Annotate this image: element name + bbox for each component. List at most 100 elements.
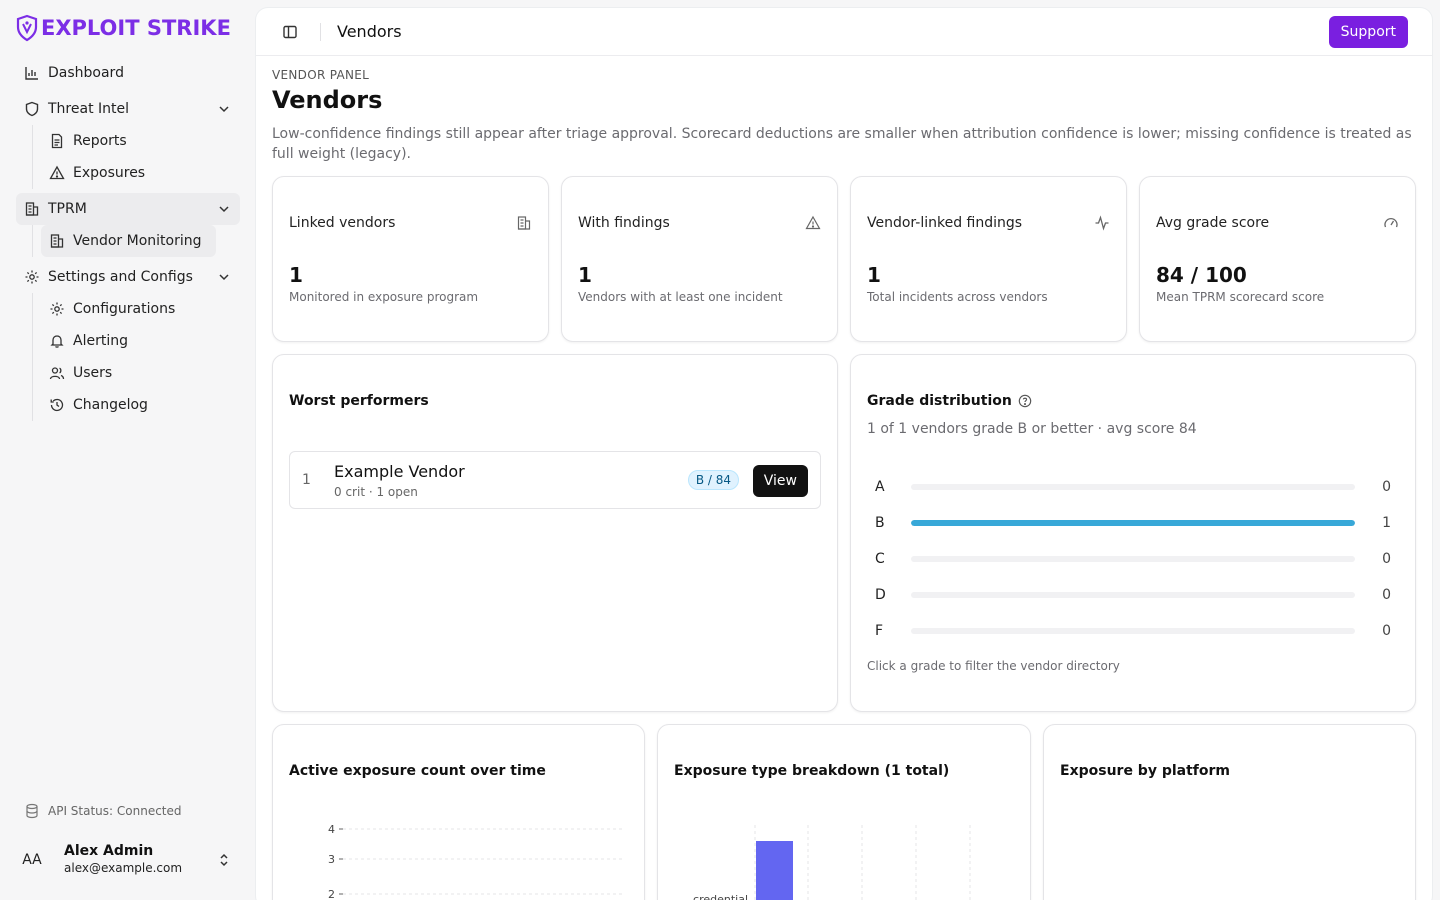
grade-count: 0 [1382, 479, 1391, 495]
brand-name: EXPLOIT STRIKE [41, 16, 231, 40]
grade-row-d[interactable]: D 0 [867, 585, 1399, 605]
sidebar-item-changelog[interactable]: Changelog [41, 389, 240, 421]
user-info: Alex Admin alex@example.com [64, 843, 182, 877]
database-icon [26, 803, 38, 819]
exposure-platform-card: Exposure by platform [1043, 724, 1416, 900]
stat-title: Avg grade score [1156, 215, 1270, 231]
exposure-type-card: Exposure type breakdown (1 total) creden… [657, 724, 1031, 900]
sidebar-nav: Dashboard Threat Intel Reports Exposures… [16, 57, 240, 421]
worst-performers-title: Worst performers [289, 393, 429, 409]
topbar-separator [320, 22, 321, 41]
chevron-down-icon[interactable] [216, 101, 232, 117]
grade-distribution-title: Grade distribution [867, 393, 1012, 409]
users-icon [49, 365, 65, 381]
vendor-name: Example Vendor [334, 462, 465, 481]
exposure-platform-title: Exposure by platform [1060, 763, 1230, 779]
grade-bar-track [911, 592, 1355, 598]
sidebar-item-dashboard[interactable]: Dashboard [16, 57, 240, 89]
sidebar-item-label: Vendor Monitoring [73, 233, 202, 249]
shield-logo-icon [16, 14, 38, 42]
file-text-icon [49, 133, 65, 149]
grade-count: 0 [1382, 623, 1391, 639]
grade-row-c[interactable]: C 0 [867, 549, 1399, 569]
building-icon [24, 201, 40, 217]
stat-value: 1 [867, 263, 881, 287]
building-icon [516, 215, 532, 231]
stat-value: 1 [578, 263, 592, 287]
topbar: Vendors Support [256, 8, 1432, 56]
sidebar: EXPLOIT STRIKE Dashboard Threat Intel Re… [0, 0, 256, 900]
sidebar-item-label: Changelog [73, 397, 148, 413]
active-exposure-card: Active exposure count over time 432 [272, 724, 645, 900]
sidebar-item-label: Exposures [73, 165, 146, 181]
sidebar-item-label: Dashboard [48, 65, 124, 81]
grade-badge: B / 84 [687, 470, 739, 490]
grade-row-a[interactable]: A 0 [867, 477, 1399, 497]
grade-letter: D [875, 587, 886, 603]
sidebar-submenu-threat-intel: Reports Exposures [32, 125, 240, 189]
sidebar-item-configurations[interactable]: Configurations [41, 293, 240, 325]
user-menu[interactable]: AA Alex Admin alex@example.com [16, 836, 240, 884]
sidebar-item-threat-intel[interactable]: Threat Intel [16, 93, 240, 125]
sidebar-item-alerting[interactable]: Alerting [41, 325, 240, 357]
grade-bar-track [911, 628, 1355, 634]
chevron-down-icon[interactable] [216, 201, 232, 217]
sidebar-toggle-button[interactable] [276, 18, 304, 46]
bell-icon [49, 333, 65, 349]
shield-icon [24, 101, 40, 117]
card-title: Worst performers [289, 393, 429, 409]
grade-letter: C [875, 551, 885, 567]
sidebar-item-reports[interactable]: Reports [41, 125, 240, 157]
stat-title: With findings [578, 215, 670, 231]
grade-filter-hint: Click a grade to filter the vendor direc… [867, 659, 1120, 673]
stat-title: Vendor-linked findings [867, 215, 1023, 231]
stat-card-with-findings: With findings 1 Vendors with at least on… [561, 176, 838, 342]
page-title: Vendors [272, 86, 383, 114]
list-item[interactable]: 1 Example Vendor 0 crit · 1 open B / 84 … [289, 451, 821, 509]
sidebar-item-label: Settings and Configs [48, 269, 193, 285]
api-status-text: API Status: Connected [48, 804, 182, 818]
bar [756, 841, 793, 900]
support-button[interactable]: Support [1328, 16, 1408, 48]
gauge-icon [1383, 215, 1399, 231]
sidebar-item-tprm[interactable]: TPRM [16, 193, 240, 225]
sidebar-item-label: Configurations [73, 301, 176, 317]
stat-subtitle: Mean TPRM scorecard score [1156, 290, 1325, 304]
bar-chart-icon [24, 65, 40, 81]
sidebar-item-label: TPRM [48, 201, 87, 217]
brand-logo[interactable]: EXPLOIT STRIKE [15, 14, 231, 42]
sidebar-submenu-tprm: Vendor Monitoring [32, 225, 240, 257]
stat-card-avg-grade-score: Avg grade score 84 / 100 Mean TPRM score… [1139, 176, 1416, 342]
grade-row-b[interactable]: B 1 [867, 513, 1399, 533]
grade-bar-track [911, 556, 1355, 562]
help-circle-icon[interactable] [1018, 394, 1032, 408]
vendor-meta: 0 crit · 1 open [334, 485, 418, 499]
gear-icon [49, 301, 65, 317]
grade-letter: A [875, 479, 885, 495]
stat-value: 84 / 100 [1156, 263, 1247, 287]
sidebar-item-label: Reports [73, 133, 127, 149]
card-title: Exposure by platform [1060, 763, 1230, 779]
vendor-rank: 1 [302, 472, 311, 488]
sidebar-item-exposures[interactable]: Exposures [41, 157, 240, 189]
y-tick-label: 2 [328, 888, 335, 900]
grade-count: 0 [1382, 551, 1391, 567]
sidebar-item-settings[interactable]: Settings and Configs [16, 261, 240, 293]
worst-performers-card: Worst performers 1 Example Vendor 0 crit… [272, 354, 838, 712]
sidebar-item-users[interactable]: Users [41, 357, 240, 389]
y-tick-label: 4 [328, 823, 335, 836]
chevrons-up-down-icon[interactable] [216, 852, 232, 868]
y-tick-label: 3 [328, 853, 335, 866]
grade-row-f[interactable]: F 0 [867, 621, 1399, 641]
stat-subtitle: Total incidents across vendors [867, 290, 1048, 304]
stat-value: 1 [289, 263, 303, 287]
view-vendor-button[interactable]: View [752, 465, 808, 497]
stat-card-linked-vendors: Linked vendors 1 Monitored in exposure p… [272, 176, 549, 342]
api-status: API Status: Connected [24, 803, 182, 819]
main-panel: Vendors Support VENDOR PANEL Vendors Low… [256, 8, 1432, 900]
active-exposure-chart: 4 3 2 [328, 823, 623, 900]
sidebar-item-vendor-monitoring[interactable]: Vendor Monitoring [41, 225, 216, 257]
page-eyebrow: VENDOR PANEL [272, 68, 370, 82]
chevron-down-icon[interactable] [216, 269, 232, 285]
grade-count: 0 [1382, 587, 1391, 603]
